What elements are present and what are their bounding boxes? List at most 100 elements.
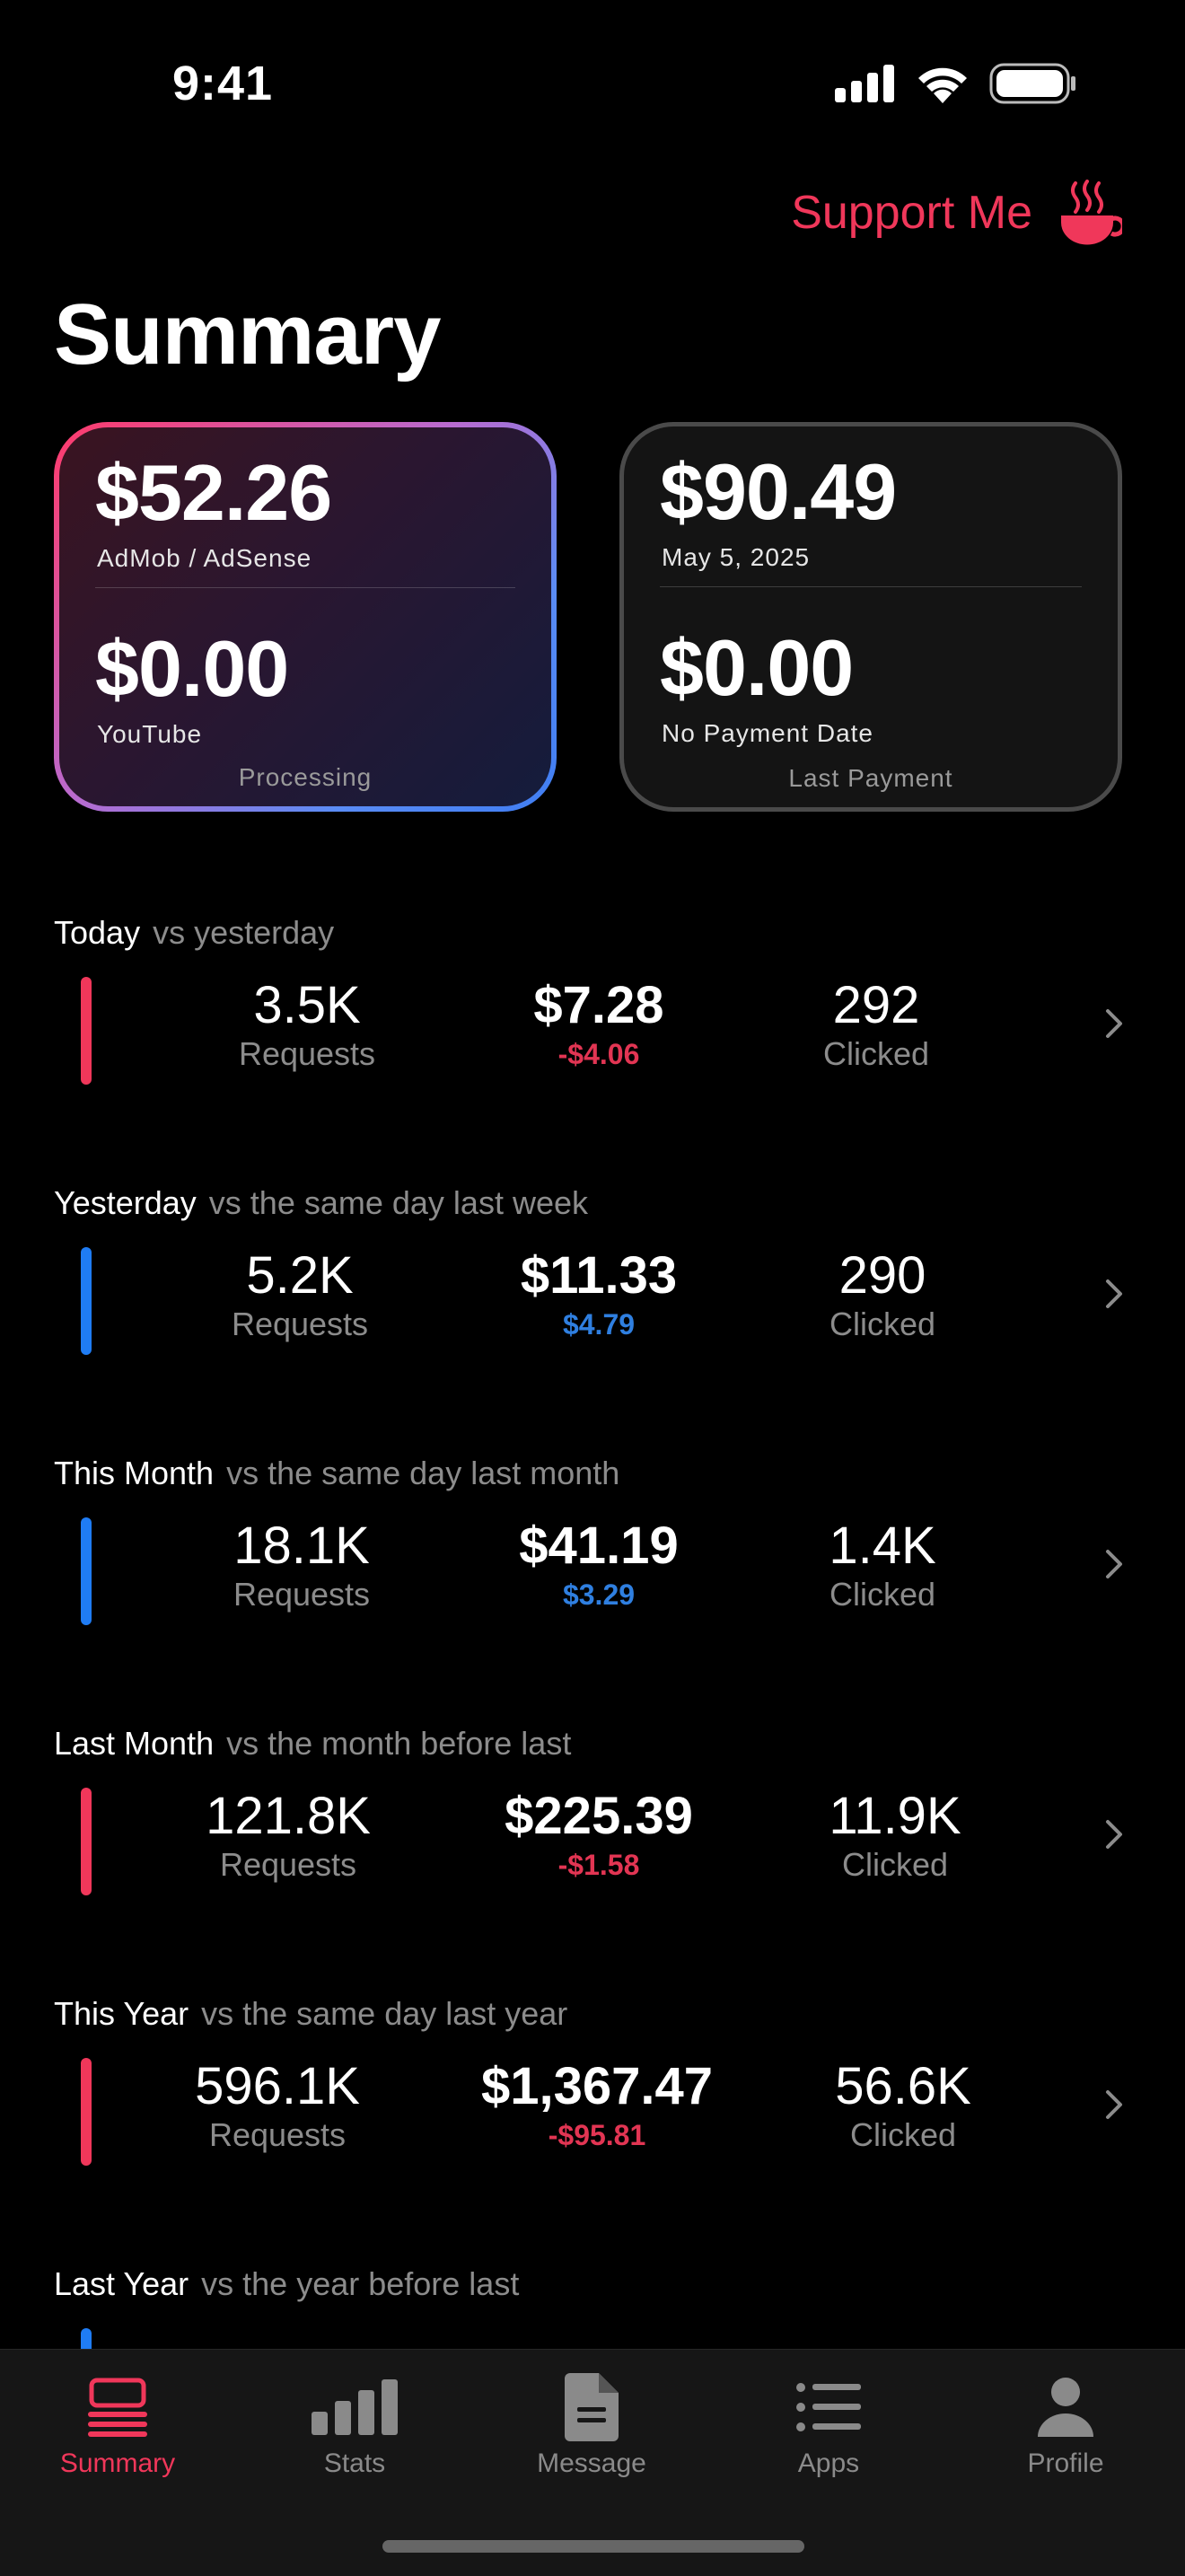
youtube-label: YouTube — [97, 720, 203, 748]
earnings-delta: -$4.06 — [557, 1038, 640, 1070]
tab-label: Stats — [323, 2449, 386, 2478]
pending-earnings-card[interactable]: $52.26 AdMob / AdSense $0.00 YouTube Pro… — [54, 422, 557, 812]
chevron-right-icon — [1106, 2090, 1122, 2119]
clicks-label: Clicked — [829, 1576, 936, 1613]
chevron-right-icon — [1106, 1009, 1122, 1038]
person-icon — [1038, 2378, 1093, 2437]
requests-label: Requests — [208, 2116, 347, 2153]
requests-value: 5.2K — [246, 1246, 354, 1305]
tab-message[interactable]: Message — [502, 2371, 681, 2479]
earnings-stat: $1,367.47 -$95.81 — [444, 2058, 750, 2155]
requests-stat: 3.5K Requests — [172, 977, 442, 1074]
clicks-stat: 56.6K Clicked — [768, 2058, 1038, 2155]
support-me-label: Support Me — [791, 187, 1032, 239]
next-payment-amount: $0.00 — [660, 623, 854, 712]
earnings-delta: -$95.81 — [548, 2119, 646, 2151]
clicks-value: 290 — [838, 1246, 926, 1305]
requests-value: 121.8K — [206, 1787, 371, 1845]
trend-indicator-bar — [81, 2058, 92, 2166]
stat-row-this-year[interactable]: 596.1K Requests $1,367.47 -$95.81 56.6K … — [0, 2049, 1185, 2166]
requests-stat: 596.1K Requests — [143, 2058, 412, 2155]
clicks-stat: 1.4K Clicked — [748, 1517, 1017, 1614]
tab-summary[interactable]: Summary — [28, 2371, 207, 2479]
section-header: Yesterday vs the same day last week — [54, 1184, 588, 1222]
card-divider — [95, 587, 515, 588]
clicks-value: 56.6K — [835, 2057, 971, 2115]
admob-label: AdMob / AdSense — [97, 544, 312, 572]
status-time: 9:41 — [172, 57, 274, 110]
tab-label: Apps — [797, 2449, 860, 2478]
requests-value: 18.1K — [233, 1517, 370, 1575]
section-title: Today — [54, 914, 141, 951]
section-subtitle: vs yesterday — [153, 914, 335, 951]
earnings-stat: $41.19 $3.29 — [464, 1517, 733, 1614]
section-title: Last Year — [54, 2265, 189, 2302]
section-title: This Year — [54, 1995, 189, 2032]
last-payment-footer: Last Payment — [788, 764, 953, 792]
clicks-value: 292 — [832, 976, 920, 1034]
section-title: Yesterday — [54, 1184, 197, 1221]
trend-indicator-bar — [81, 1247, 92, 1355]
stat-row-last-month[interactable]: 121.8K Requests $225.39 -$1.58 11.9K Cli… — [0, 1779, 1185, 1895]
wifi-icon — [918, 67, 967, 103]
clicks-stat: 292 Clicked — [742, 977, 1011, 1074]
page-title: Summary — [54, 286, 442, 382]
chevron-right-icon — [1106, 1279, 1122, 1308]
requests-stat: 5.2K Requests — [165, 1247, 434, 1344]
earnings-delta: $4.79 — [562, 1308, 636, 1341]
last-payment-card[interactable]: $90.49 May 5, 2025 $0.00 No Payment Date… — [619, 422, 1122, 812]
bar-chart-icon — [312, 2379, 398, 2435]
trend-indicator-bar — [81, 1788, 92, 1895]
tab-stats[interactable]: Stats — [265, 2371, 444, 2479]
earnings-stat: $7.28 -$4.06 — [464, 977, 733, 1074]
clicks-label: Clicked — [841, 1846, 949, 1883]
trend-indicator-bar — [81, 1517, 92, 1625]
section-header: This Month vs the same day last month — [54, 1455, 619, 1492]
last-payment-amount: $90.49 — [660, 447, 897, 536]
earnings-delta: $3.29 — [562, 1578, 636, 1611]
section-subtitle: vs the same day last month — [226, 1455, 620, 1491]
clicks-stat: 290 Clicked — [748, 1247, 1017, 1344]
section-title: Last Month — [54, 1725, 215, 1762]
earnings-value: $41.19 — [519, 1517, 679, 1575]
earnings-value: $1,367.47 — [480, 2057, 714, 2115]
earnings-value: $7.28 — [533, 976, 664, 1034]
clicks-value: 11.9K — [829, 1787, 961, 1845]
clicks-value: 1.4K — [829, 1517, 936, 1575]
cellular-signal-icon — [835, 65, 894, 102]
processing-label: Processing — [238, 763, 373, 791]
section-subtitle: vs the year before last — [201, 2265, 520, 2302]
clicks-stat: 11.9K Clicked — [760, 1788, 1030, 1885]
summary-list-icon — [88, 2378, 147, 2437]
tab-profile[interactable]: Profile — [976, 2371, 1155, 2479]
requests-value: 596.1K — [195, 2057, 360, 2115]
stat-row-yesterday[interactable]: 5.2K Requests $11.33 $4.79 290 Clicked — [0, 1238, 1185, 1355]
clicks-label: Clicked — [849, 2116, 957, 2153]
section-subtitle: vs the same day last year — [201, 1995, 568, 2032]
admob-amount: $52.26 — [95, 448, 332, 537]
section-title: This Month — [54, 1455, 215, 1491]
home-indicator — [382, 2540, 804, 2553]
section-subtitle: vs the same day last week — [208, 1184, 588, 1221]
tab-apps[interactable]: Apps — [739, 2371, 918, 2479]
requests-label: Requests — [231, 1306, 369, 1342]
tab-label: Message — [537, 2449, 646, 2478]
coffee-cup-icon — [1061, 180, 1122, 245]
earnings-delta: -$1.58 — [557, 1849, 640, 1881]
list-icon — [796, 2383, 861, 2431]
stat-row-this-month[interactable]: 18.1K Requests $41.19 $3.29 1.4K Clicked — [0, 1508, 1185, 1625]
earnings-stat: $225.39 -$1.58 — [464, 1788, 733, 1885]
chevron-right-icon — [1106, 1550, 1122, 1578]
earnings-stat: $11.33 $4.79 — [464, 1247, 733, 1344]
section-header: This Year vs the same day last year — [54, 1995, 567, 2033]
stat-row-today[interactable]: 3.5K Requests $7.28 -$4.06 292 Clicked — [0, 968, 1185, 1085]
section-subtitle: vs the month before last — [226, 1725, 572, 1762]
trend-indicator-bar — [81, 977, 92, 1085]
requests-stat: 18.1K Requests — [167, 1517, 436, 1614]
document-icon — [565, 2373, 619, 2441]
requests-label: Requests — [219, 1846, 357, 1883]
battery-icon — [989, 63, 1075, 104]
earnings-value: $225.39 — [505, 1787, 693, 1845]
support-me-button[interactable]: Support Me — [791, 180, 1122, 246]
requests-label: Requests — [238, 1035, 376, 1072]
